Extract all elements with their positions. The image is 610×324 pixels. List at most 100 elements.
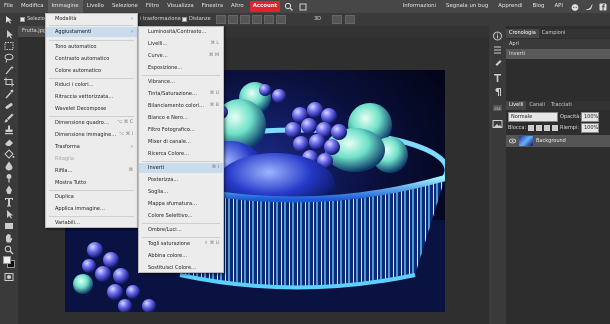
pen-tool-button[interactable]	[3, 185, 15, 195]
fill-tool-button[interactable]	[3, 149, 15, 159]
quick-mask-button[interactable]	[3, 272, 15, 282]
fill-input[interactable]: 100%	[581, 123, 599, 133]
align-middle-button[interactable]	[264, 15, 274, 24]
blur-tool-button[interactable]	[3, 161, 15, 171]
submenu-item-togli-saturazione[interactable]: Togli saturazione ⇧ ⌘ U	[139, 239, 223, 249]
submenu-item-curve[interactable]: Curve… ⌘ M	[139, 51, 223, 61]
submenu-item-bilanciamento[interactable]: Bilanciamento colori… ⌘ B	[139, 101, 223, 111]
type-tool-button[interactable]	[3, 197, 15, 207]
submenu-item-esposizione[interactable]: Esposizione…	[139, 63, 223, 73]
menu-item-contrasto-automatico[interactable]: Contrasto automatico	[46, 54, 137, 64]
auto-select-checkbox[interactable]	[20, 17, 25, 22]
crop-tool-button[interactable]	[3, 77, 15, 87]
menu-item-rifila[interactable]: Rifila… ⌘	[46, 166, 137, 176]
align-top-button[interactable]	[252, 15, 262, 24]
mode-3d-label[interactable]: 3D	[314, 13, 321, 26]
lock-position-icon[interactable]	[544, 125, 550, 131]
submenu-item-bianco-nero[interactable]: Bianco e Nero…	[139, 113, 223, 123]
menu-item-dimensione-quadro[interactable]: Dimensione quadro… ⌥ ⌘ C	[46, 118, 137, 128]
layer-row[interactable]: Background	[506, 135, 610, 147]
menu-modifica[interactable]: Modifica	[17, 0, 48, 13]
distribute-button[interactable]	[332, 15, 342, 24]
zoom-tool-button[interactable]	[3, 245, 15, 255]
submenu-item-ombre-luci[interactable]: Ombre/Luci…	[139, 225, 223, 235]
history-entry[interactable]: Apri	[506, 39, 610, 49]
menu-selezione[interactable]: Selezione	[108, 0, 142, 13]
submenu-item-ricerca-colore[interactable]: Ricerca Colore…	[139, 149, 223, 159]
tab-tracciati[interactable]: Tracciati	[548, 101, 575, 110]
distances-checkbox[interactable]	[182, 17, 187, 22]
submenu-item-posterizza[interactable]: Posterizza…	[139, 175, 223, 185]
tab-canali[interactable]: Canali	[526, 101, 548, 110]
align-bottom-button[interactable]	[276, 15, 286, 24]
submenu-item-luminosita[interactable]: Luminosità/Contrasto…	[139, 27, 223, 37]
marquee-tool-button[interactable]	[3, 41, 15, 51]
hand-tool-button[interactable]	[3, 233, 15, 243]
submenu-item-mixer-canale[interactable]: Mixer di canale…	[139, 137, 223, 147]
lock-pixels-icon[interactable]	[536, 125, 542, 131]
submenu-item-sostituisci-colore[interactable]: Sostituisci Colore…	[139, 263, 223, 273]
fullscreen-icon[interactable]	[298, 2, 308, 12]
clone-stamp-tool-button[interactable]	[3, 125, 15, 135]
align-left-button[interactable]	[216, 15, 226, 24]
info-icon[interactable]	[492, 31, 503, 41]
search-icon[interactable]	[284, 2, 294, 12]
menu-visualizza[interactable]: Visualizza	[163, 0, 198, 13]
menu-altro[interactable]: Altro	[227, 0, 248, 13]
lock-all-icon[interactable]	[552, 125, 558, 131]
arrange-button[interactable]	[345, 15, 355, 24]
reddit-icon[interactable]	[570, 2, 580, 12]
eye-icon[interactable]	[509, 138, 516, 144]
submenu-item-filtro-fotografico[interactable]: Filtro Fotografico…	[139, 125, 223, 135]
menu-item-colore-automatico[interactable]: Colore automatico	[46, 66, 137, 76]
tab-campioni[interactable]: Campioni	[539, 29, 569, 38]
menu-item-variabili[interactable]: Variabili…	[46, 218, 137, 228]
twitter-icon[interactable]	[584, 2, 594, 12]
menu-filtro[interactable]: Filtro	[142, 0, 163, 13]
menu-item-applica-immagine[interactable]: Applica immagine…	[46, 204, 137, 214]
css-icon[interactable]: css	[492, 103, 503, 113]
brush-settings-icon[interactable]	[492, 59, 503, 69]
submenu-item-colore-selettivo[interactable]: Colore Selettivo…	[139, 211, 223, 221]
menu-item-ritraccia[interactable]: Ritraccia vettorizzata…	[46, 92, 137, 102]
menu-item-tono-automatico[interactable]: Tono automatico	[46, 42, 137, 52]
tab-livelli[interactable]: Livelli	[506, 101, 527, 110]
account-button[interactable]: Account	[249, 1, 281, 12]
foreground-color-swatch[interactable]	[3, 256, 11, 264]
lock-transparent-icon[interactable]	[528, 125, 534, 131]
menu-immagine[interactable]: Immagine	[47, 0, 83, 13]
link-segnala-bug[interactable]: Segnala un bug	[441, 0, 493, 13]
submenu-item-abbina-colore[interactable]: Abbina colore…	[139, 251, 223, 261]
facebook-icon[interactable]	[598, 2, 608, 12]
menu-file[interactable]: File	[0, 0, 17, 13]
brush-tool-button[interactable]	[3, 113, 15, 123]
menu-livello[interactable]: Livello	[83, 0, 108, 13]
link-blog[interactable]: Blog	[528, 0, 550, 13]
eyedropper-tool-button[interactable]	[3, 89, 15, 99]
history-entry-active[interactable]: Inverti	[506, 49, 610, 59]
image-panel-icon[interactable]	[492, 119, 503, 129]
submenu-item-inverti[interactable]: Inverti ⌘ I	[139, 163, 223, 173]
menu-item-mostra-tutto[interactable]: Mostra Tutto	[46, 178, 137, 188]
submenu-item-soglia[interactable]: Soglia…	[139, 187, 223, 197]
submenu-item-livelli[interactable]: Livelli… ⌘ L	[139, 39, 223, 49]
menu-item-trasforma[interactable]: Trasforma ›	[46, 142, 137, 152]
menu-item-riduci-colori[interactable]: Riduci i colori…	[46, 80, 137, 90]
dodge-tool-button[interactable]	[3, 173, 15, 183]
opacity-input[interactable]: 100%	[581, 112, 599, 122]
align-right-button[interactable]	[240, 15, 250, 24]
shape-tool-button[interactable]	[3, 221, 15, 231]
healing-tool-button[interactable]	[3, 101, 15, 111]
align-center-button[interactable]	[228, 15, 238, 24]
menu-item-aggiustamenti[interactable]: Aggiustamenti ›	[46, 27, 137, 37]
submenu-item-mappa-sfumatura[interactable]: Mappa sfumatura…	[139, 199, 223, 209]
blend-mode-select[interactable]: Normale	[508, 112, 558, 122]
path-select-tool-button[interactable]	[3, 209, 15, 219]
link-api[interactable]: API	[549, 0, 568, 13]
properties-icon[interactable]	[492, 45, 503, 55]
paragraph-icon[interactable]	[492, 87, 503, 97]
character-icon[interactable]	[492, 73, 503, 83]
menu-item-modalita[interactable]: Modalità ›	[46, 14, 137, 24]
link-informazioni[interactable]: Informazioni	[398, 0, 441, 13]
link-apprendi[interactable]: Apprendi	[493, 0, 527, 13]
